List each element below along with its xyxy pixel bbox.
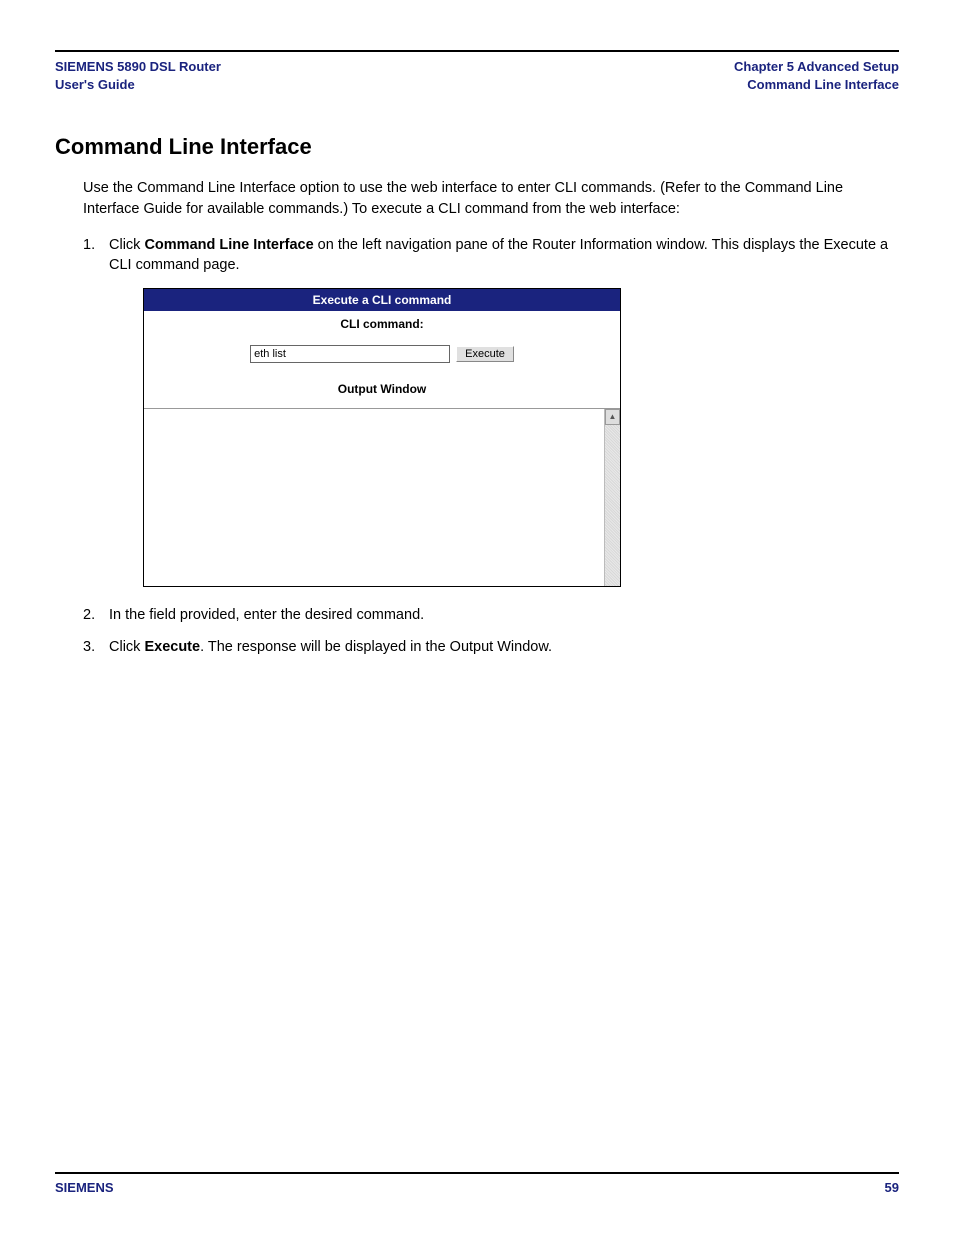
scroll-up-icon[interactable]: ▲: [605, 409, 620, 425]
step-text: Click Command Line Interface on the left…: [109, 235, 899, 276]
cli-input-row: Execute: [144, 335, 620, 377]
embedded-screenshot: Execute a CLI command CLI command: Execu…: [143, 288, 899, 587]
header-left: SIEMENS 5890 DSL Router User's Guide: [55, 58, 221, 94]
chapter-label: Chapter 5 Advanced Setup: [734, 58, 899, 76]
step-text-bold: Execute: [144, 639, 200, 655]
page: SIEMENS 5890 DSL Router User's Guide Cha…: [0, 0, 954, 1235]
header-right: Chapter 5 Advanced Setup Command Line In…: [734, 58, 899, 94]
step-number: 2.: [83, 605, 109, 625]
step-text: In the field provided, enter the desired…: [109, 605, 899, 625]
cli-panel: Execute a CLI command CLI command: Execu…: [143, 288, 621, 587]
step-text: Click Execute. The response will be disp…: [109, 637, 899, 657]
page-footer: SIEMENS 59: [55, 1172, 899, 1195]
cli-command-input[interactable]: [250, 345, 450, 363]
cli-command-label: CLI command:: [144, 311, 620, 335]
step-text-bold: Command Line Interface: [144, 237, 313, 253]
footer-rule: [55, 1172, 899, 1174]
step-number: 1.: [83, 235, 109, 276]
section-label: Command Line Interface: [734, 76, 899, 94]
output-window-label: Output Window: [144, 377, 620, 408]
guide-title: User's Guide: [55, 76, 221, 94]
step-number: 3.: [83, 637, 109, 657]
panel-title: Execute a CLI command: [144, 289, 620, 312]
header-rule: [55, 50, 899, 52]
output-window: ▲: [144, 408, 620, 586]
list-item: 1. Click Command Line Interface on the l…: [83, 235, 899, 276]
step-text-pre: Click: [109, 237, 144, 253]
step-list: 1. Click Command Line Interface on the l…: [83, 235, 899, 670]
list-item: 3. Click Execute. The response will be d…: [83, 637, 899, 657]
product-title: SIEMENS 5890 DSL Router: [55, 58, 221, 76]
page-header: SIEMENS 5890 DSL Router User's Guide Cha…: [55, 58, 899, 94]
footer-row: SIEMENS 59: [55, 1180, 899, 1195]
page-number: 59: [885, 1180, 899, 1195]
section-title: Command Line Interface: [55, 134, 899, 160]
scrollbar[interactable]: ▲: [604, 409, 620, 586]
list-item: 2. In the field provided, enter the desi…: [83, 605, 899, 625]
step-text-pre: Click: [109, 639, 144, 655]
intro-paragraph: Use the Command Line Interface option to…: [83, 178, 899, 219]
execute-button[interactable]: Execute: [456, 346, 514, 362]
footer-brand: SIEMENS: [55, 1180, 114, 1195]
step-text-post: . The response will be displayed in the …: [200, 639, 552, 655]
